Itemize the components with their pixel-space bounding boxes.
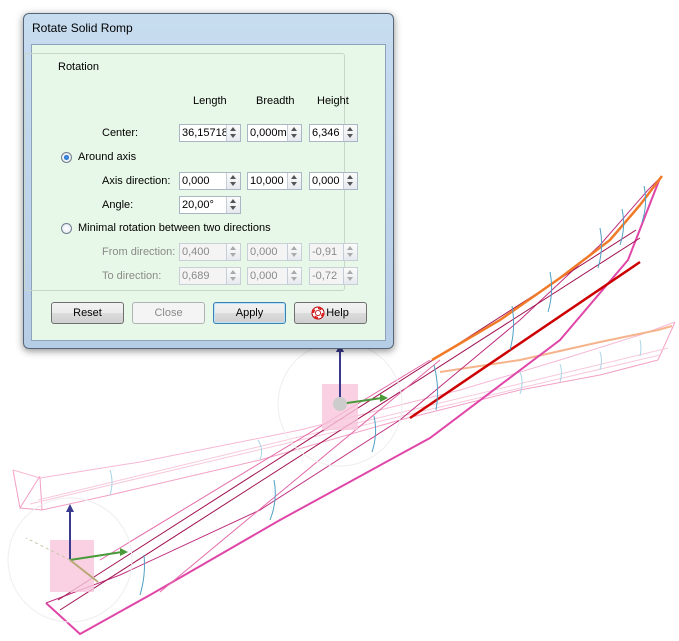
from-direction-breadth-field[interactable]: 0,000 xyxy=(247,243,302,261)
close-button[interactable]: Close xyxy=(132,302,205,324)
help-button[interactable]: Help xyxy=(294,302,367,324)
from-direction-height-field[interactable]: -0,91 xyxy=(309,243,358,261)
axis-direction-height-field[interactable]: 0,000 xyxy=(309,172,358,190)
original-hull-stations xyxy=(109,339,642,496)
spin-arrows-icon[interactable] xyxy=(343,268,357,284)
to-direction-breadth-field[interactable]: 0,000 xyxy=(247,267,302,285)
reset-button[interactable]: Reset xyxy=(51,302,124,324)
column-breadth: Breadth xyxy=(256,95,295,107)
spin-arrows-icon[interactable] xyxy=(226,244,240,260)
lifebuoy-icon xyxy=(311,306,325,320)
to-direction-label: To direction: xyxy=(102,270,162,282)
spin-arrows-icon[interactable] xyxy=(226,125,240,141)
around-axis-radio[interactable] xyxy=(61,152,72,163)
center-breadth-field[interactable]: 0,000m xyxy=(247,124,302,142)
around-axis-label[interactable]: Around axis xyxy=(78,151,136,163)
minimal-rotation-radio[interactable] xyxy=(61,223,72,234)
spin-arrows-icon[interactable] xyxy=(287,173,301,189)
axis-direction-length-field[interactable]: 0,000 xyxy=(179,172,241,190)
to-direction-height-field[interactable]: -0,72 xyxy=(309,267,358,285)
spin-arrows-icon[interactable] xyxy=(226,173,240,189)
spin-arrows-icon[interactable] xyxy=(226,268,240,284)
sheer-line xyxy=(431,175,663,362)
spin-arrows-icon[interactable] xyxy=(287,125,301,141)
rotation-group-label: Rotation xyxy=(55,61,102,73)
help-button-label: Help xyxy=(326,307,349,319)
from-direction-length-field[interactable]: 0,400 xyxy=(179,243,241,261)
axis-direction-breadth-field[interactable]: 10,000 xyxy=(247,172,302,190)
spin-arrows-icon[interactable] xyxy=(287,268,301,284)
spin-arrows-icon[interactable] xyxy=(287,244,301,260)
spin-arrows-icon[interactable] xyxy=(343,173,357,189)
angle-label: Angle: xyxy=(102,199,134,211)
center-length-field[interactable]: 36,15718 xyxy=(179,124,241,142)
spin-arrows-icon[interactable] xyxy=(226,197,240,213)
column-length: Length xyxy=(193,95,227,107)
center-label: Center: xyxy=(102,127,139,139)
to-direction-length-field[interactable]: 0,689 xyxy=(179,267,241,285)
from-direction-label: From direction: xyxy=(102,246,176,258)
minimal-rotation-label[interactable]: Minimal rotation between two directions xyxy=(78,222,271,234)
apply-button[interactable]: Apply xyxy=(213,302,286,324)
axis-direction-label: Axis direction: xyxy=(102,175,171,187)
dialog-titlebar[interactable]: Rotate Solid Romp xyxy=(24,14,393,44)
angle-field[interactable]: 20,00° xyxy=(179,196,241,214)
spin-arrows-icon[interactable] xyxy=(343,244,357,260)
spin-arrows-icon[interactable] xyxy=(343,125,357,141)
column-height: Height xyxy=(317,95,349,107)
dialog-title: Rotate Solid Romp xyxy=(32,21,133,35)
center-height-field[interactable]: 6,346 xyxy=(309,124,358,142)
